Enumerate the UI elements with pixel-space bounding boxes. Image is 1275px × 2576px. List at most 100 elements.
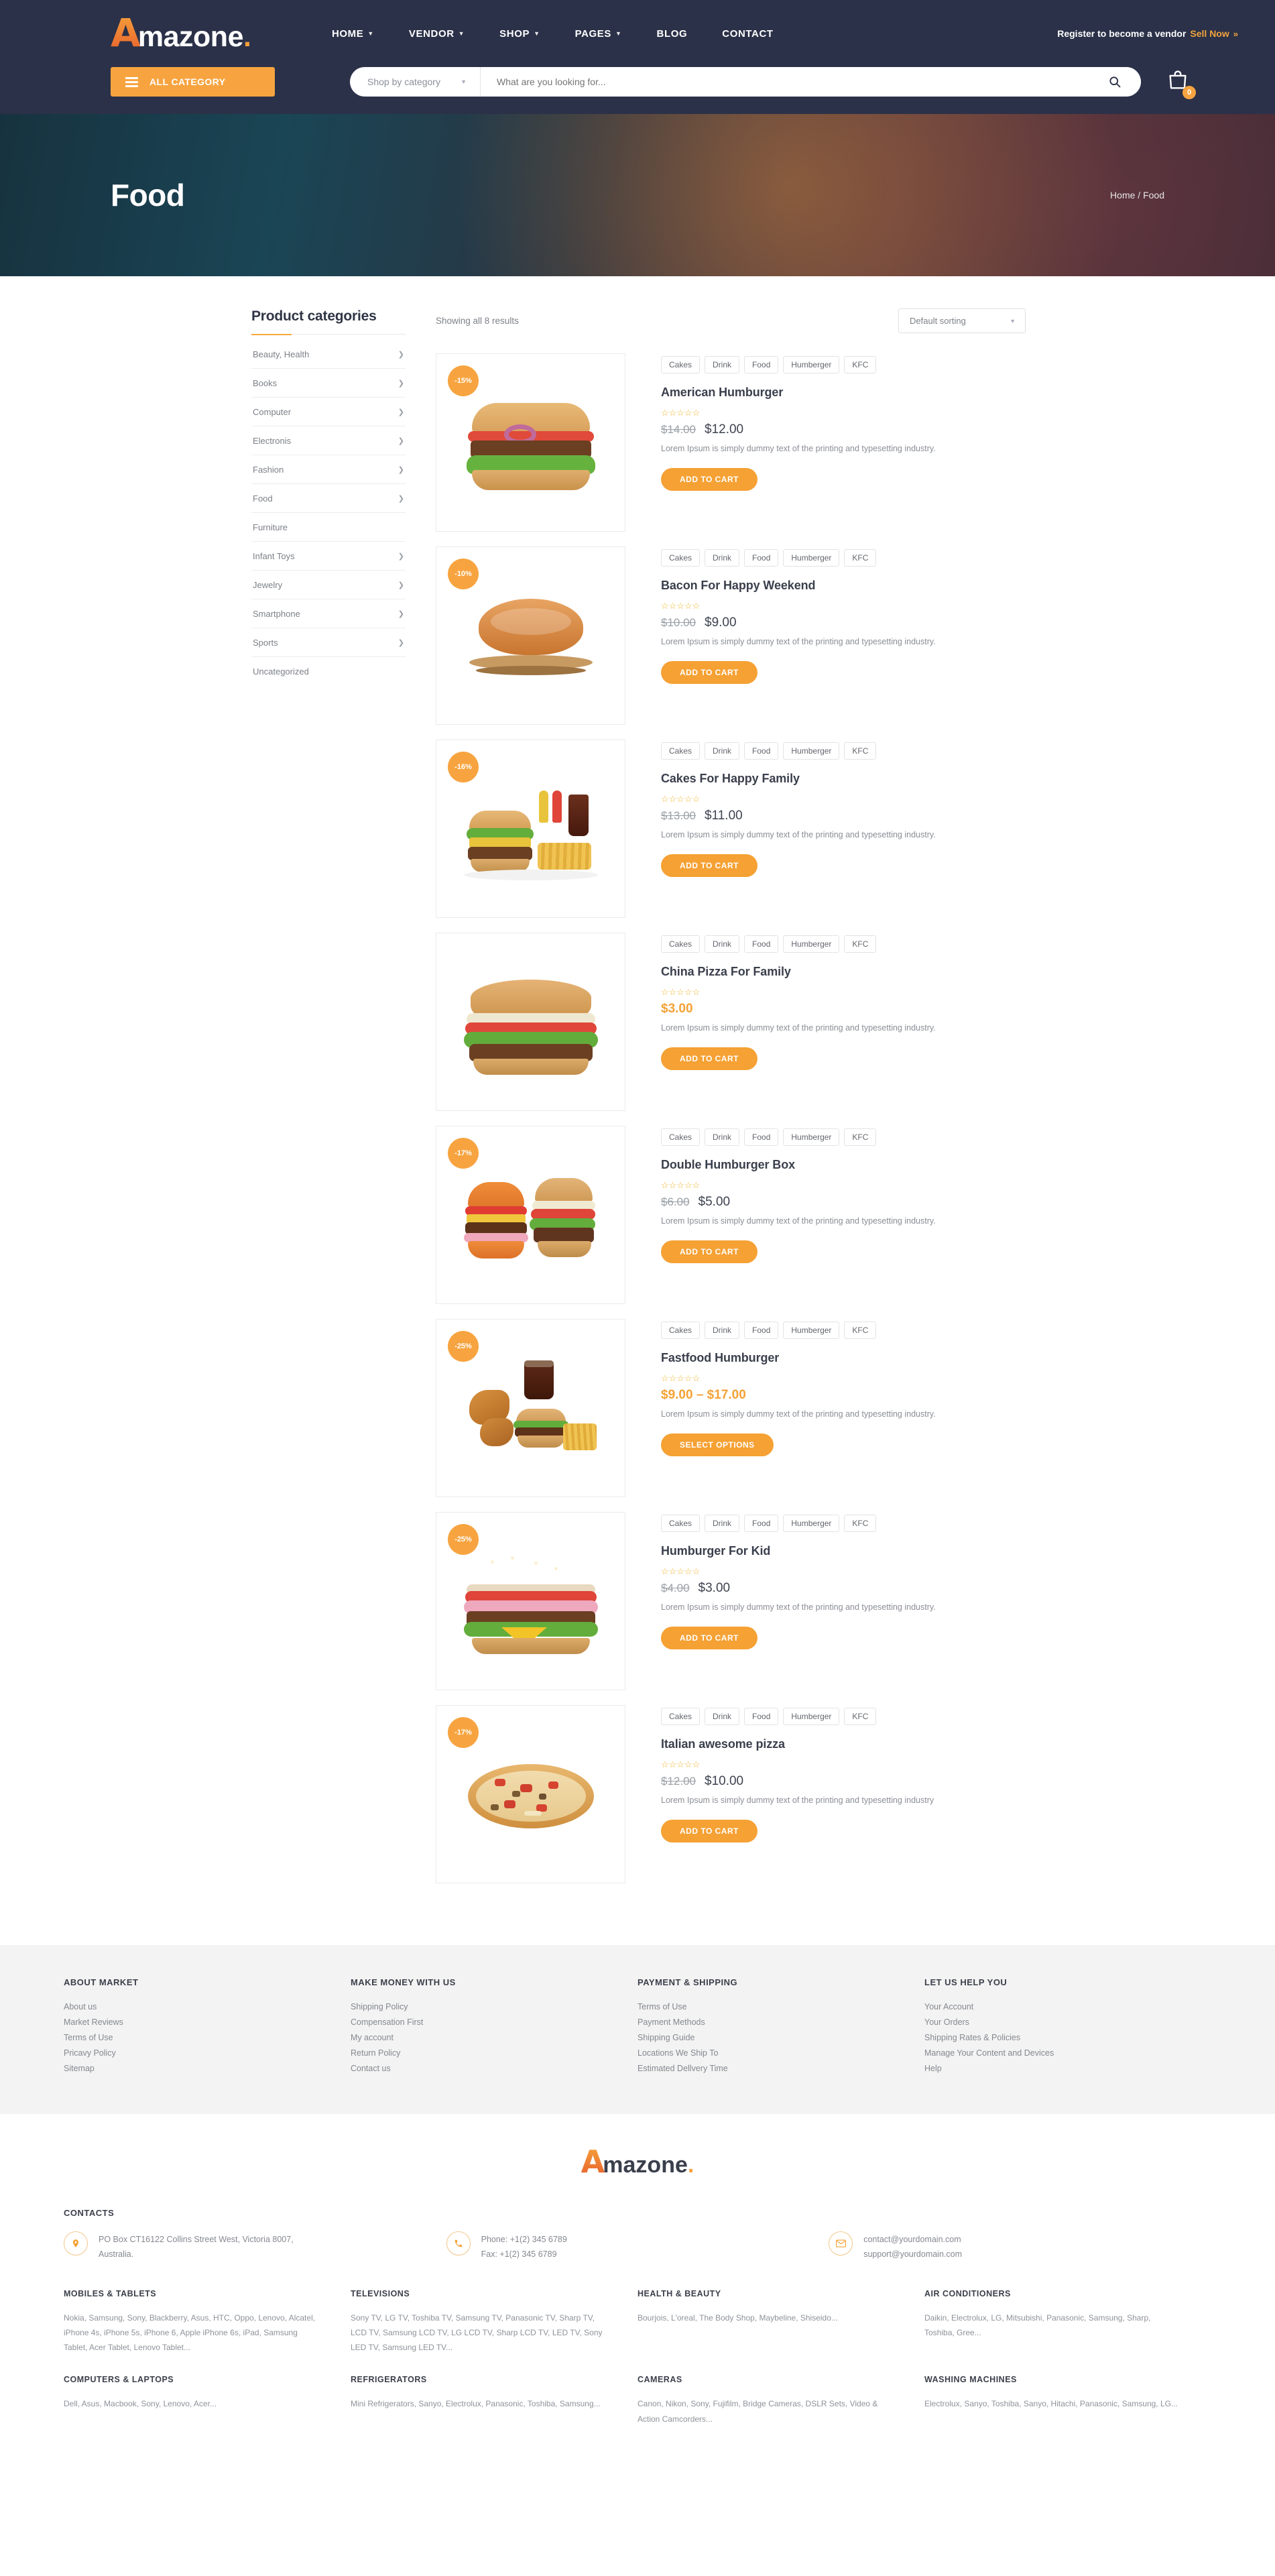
sidebar-item-computer[interactable]: Computer ❯ bbox=[251, 398, 406, 426]
sidebar-item-food[interactable]: Food ❯ bbox=[251, 484, 406, 513]
product-tag[interactable]: Food bbox=[744, 356, 779, 374]
product-tag[interactable]: Food bbox=[744, 549, 779, 567]
product-tag[interactable]: Humberger bbox=[783, 356, 840, 374]
product-tag[interactable]: KFC bbox=[844, 356, 877, 374]
product-thumbnail[interactable]: -16% bbox=[436, 740, 625, 918]
product-title[interactable]: Cakes For Happy Family bbox=[661, 772, 1026, 786]
product-tag[interactable]: Drink bbox=[705, 549, 740, 567]
sell-now-link[interactable]: Sell Now bbox=[1190, 28, 1229, 39]
sidebar-item-books[interactable]: Books ❯ bbox=[251, 369, 406, 398]
all-category-button[interactable]: ALL CATEGORY bbox=[111, 67, 275, 97]
product-title[interactable]: Bacon For Happy Weekend bbox=[661, 579, 1026, 593]
footer-link[interactable]: Terms of Use bbox=[638, 2002, 924, 2011]
sidebar-item-furniture[interactable]: Furniture bbox=[251, 513, 406, 542]
add-to-cart-button[interactable]: ADD TO CART bbox=[661, 1627, 757, 1650]
sidebar-item-sports[interactable]: Sports ❯ bbox=[251, 628, 406, 657]
product-thumbnail[interactable]: -15% bbox=[436, 353, 625, 532]
footer-link[interactable]: Shipping Policy bbox=[351, 2002, 638, 2011]
add-to-cart-button[interactable]: ADD TO CART bbox=[661, 1047, 757, 1071]
product-tag[interactable]: Drink bbox=[705, 356, 740, 374]
footer-link[interactable]: Shipping Rates & Policies bbox=[924, 2033, 1211, 2042]
product-tag[interactable]: Drink bbox=[705, 1708, 740, 1726]
product-thumbnail[interactable] bbox=[436, 933, 625, 1111]
footer-link[interactable]: Terms of Use bbox=[64, 2033, 351, 2042]
product-tag[interactable]: Cakes bbox=[661, 356, 701, 374]
nav-item-vendor[interactable]: VENDOR ▼ bbox=[409, 28, 465, 40]
add-to-cart-button[interactable]: ADD TO CART bbox=[661, 468, 757, 491]
nav-item-contact[interactable]: CONTACT bbox=[722, 28, 773, 40]
product-tag[interactable]: Cakes bbox=[661, 1128, 701, 1147]
footer-link[interactable]: Your Orders bbox=[924, 2017, 1211, 2027]
site-logo[interactable]: Amazone. bbox=[111, 13, 251, 54]
add-to-cart-button[interactable]: ADD TO CART bbox=[661, 854, 757, 878]
product-thumbnail[interactable]: -25% bbox=[436, 1319, 625, 1497]
product-tag[interactable]: Cakes bbox=[661, 1515, 701, 1533]
product-tag[interactable]: Humberger bbox=[783, 935, 840, 953]
sidebar-item-electronis[interactable]: Electronis ❯ bbox=[251, 426, 406, 455]
nav-item-home[interactable]: HOME ▼ bbox=[332, 28, 374, 40]
footer-link[interactable]: About us bbox=[64, 2002, 351, 2011]
product-title[interactable]: Fastfood Humburger bbox=[661, 1351, 1026, 1365]
footer-link[interactable]: Shipping Guide bbox=[638, 2033, 924, 2042]
sorting-select[interactable]: Default sorting ▼ bbox=[898, 308, 1026, 333]
product-title[interactable]: Italian awesome pizza bbox=[661, 1737, 1026, 1751]
product-tag[interactable]: Drink bbox=[705, 742, 740, 760]
product-tag[interactable]: Food bbox=[744, 1128, 779, 1147]
footer-link[interactable]: Estimated Dellvery Time bbox=[638, 2064, 924, 2073]
product-thumbnail[interactable]: -25% bbox=[436, 1512, 625, 1690]
footer-link[interactable]: Market Reviews bbox=[64, 2017, 351, 2027]
product-title[interactable]: Double Humburger Box bbox=[661, 1158, 1026, 1172]
sidebar-item-fashion[interactable]: Fashion ❯ bbox=[251, 455, 406, 484]
product-tag[interactable]: Humberger bbox=[783, 1708, 840, 1726]
product-tag[interactable]: Humberger bbox=[783, 1128, 840, 1147]
product-tag[interactable]: KFC bbox=[844, 1322, 877, 1340]
add-to-cart-button[interactable]: ADD TO CART bbox=[661, 661, 757, 685]
product-tag[interactable]: Cakes bbox=[661, 549, 701, 567]
nav-item-blog[interactable]: BLOG bbox=[657, 28, 688, 40]
product-tag[interactable]: Humberger bbox=[783, 1515, 840, 1533]
product-tag[interactable]: KFC bbox=[844, 549, 877, 567]
footer-link[interactable]: Manage Your Content and Devices bbox=[924, 2048, 1211, 2058]
product-tag[interactable]: Food bbox=[744, 935, 779, 953]
product-tag[interactable]: Cakes bbox=[661, 935, 701, 953]
product-thumbnail[interactable]: -17% bbox=[436, 1705, 625, 1883]
product-tag[interactable]: Cakes bbox=[661, 742, 701, 760]
product-tag[interactable]: KFC bbox=[844, 935, 877, 953]
footer-link[interactable]: Locations We Ship To bbox=[638, 2048, 924, 2058]
product-tag[interactable]: Food bbox=[744, 742, 779, 760]
nav-item-pages[interactable]: PAGES ▼ bbox=[575, 28, 622, 40]
product-tag[interactable]: KFC bbox=[844, 742, 877, 760]
product-tag[interactable]: KFC bbox=[844, 1708, 877, 1726]
product-tag[interactable]: KFC bbox=[844, 1128, 877, 1147]
product-tag[interactable]: Drink bbox=[705, 1515, 740, 1533]
add-to-cart-button[interactable]: ADD TO CART bbox=[661, 1240, 757, 1264]
product-tag[interactable]: Food bbox=[744, 1322, 779, 1340]
footer-link[interactable]: Pricavy Policy bbox=[64, 2048, 351, 2058]
sidebar-item-uncategorized[interactable]: Uncategorized bbox=[251, 657, 406, 685]
shop-by-category-select[interactable]: Shop by category ▼ bbox=[350, 67, 481, 97]
product-tag[interactable]: Drink bbox=[705, 1128, 740, 1147]
breadcrumb-home-link[interactable]: Home bbox=[1110, 190, 1135, 200]
product-thumbnail[interactable]: -17% bbox=[436, 1126, 625, 1304]
product-title[interactable]: China Pizza For Family bbox=[661, 965, 1026, 979]
product-tag[interactable]: Drink bbox=[705, 1322, 740, 1340]
sidebar-item-beauty-health[interactable]: Beauty, Health ❯ bbox=[251, 340, 406, 369]
add-to-cart-button[interactable]: SELECT OPTIONS bbox=[661, 1433, 774, 1457]
product-tag[interactable]: Drink bbox=[705, 935, 740, 953]
product-tag[interactable]: Humberger bbox=[783, 1322, 840, 1340]
add-to-cart-button[interactable]: ADD TO CART bbox=[661, 1820, 757, 1843]
sidebar-item-smartphone[interactable]: Smartphone ❯ bbox=[251, 599, 406, 628]
footer-link[interactable]: Compensation First bbox=[351, 2017, 638, 2027]
search-button[interactable] bbox=[1089, 67, 1141, 97]
footer-link[interactable]: Sitemap bbox=[64, 2064, 351, 2073]
search-input[interactable] bbox=[481, 67, 1089, 97]
footer-logo[interactable]: Amazone. bbox=[0, 2146, 1275, 2178]
nav-item-shop[interactable]: SHOP ▼ bbox=[499, 28, 540, 40]
product-tag[interactable]: Humberger bbox=[783, 742, 840, 760]
email-line-2[interactable]: support@yourdomain.com bbox=[863, 2249, 962, 2259]
product-title[interactable]: Humburger For Kid bbox=[661, 1544, 1026, 1558]
email-line-1[interactable]: contact@yourdomain.com bbox=[863, 2235, 961, 2244]
sidebar-item-jewelry[interactable]: Jewelry ❯ bbox=[251, 571, 406, 599]
cart-button[interactable]: 0 bbox=[1166, 69, 1196, 99]
sidebar-item-infant-toys[interactable]: Infant Toys ❯ bbox=[251, 542, 406, 571]
